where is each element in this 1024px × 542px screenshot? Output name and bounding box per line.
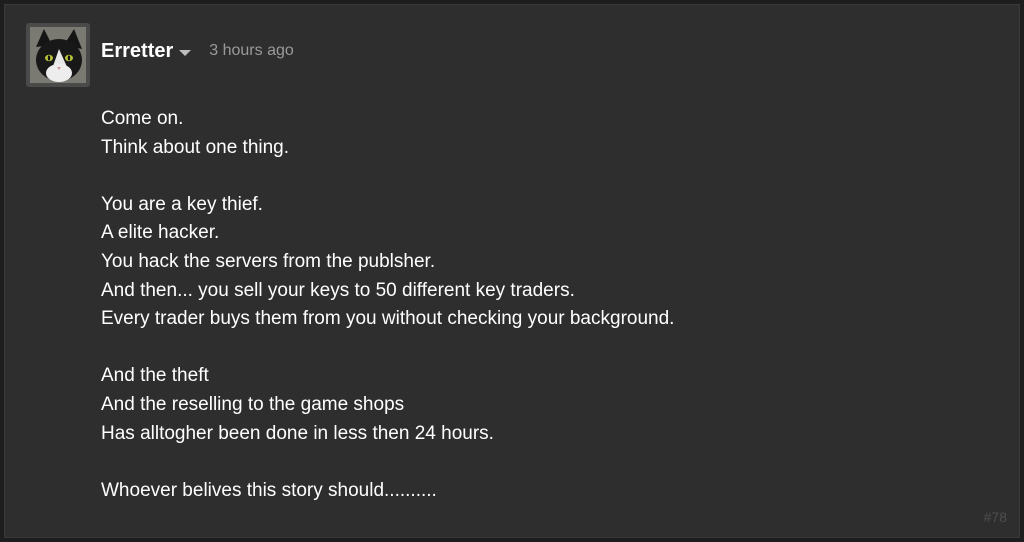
comment-line: Has alltogher been done in less then 24 … (101, 422, 494, 444)
comment-line: A elite hacker. (101, 222, 220, 244)
comment-line: Every trader buys them from you without … (101, 308, 675, 330)
cat-avatar-icon (30, 27, 86, 83)
comment-line: You are a key thief. (101, 193, 263, 215)
comment-line: Come on. (101, 108, 184, 129)
comment-line (101, 448, 981, 477)
comment-timestamp[interactable]: 3 hours ago (209, 42, 294, 60)
comment-header: Erretter 3 hours ago (101, 38, 294, 64)
comment-line: Think about one thing. (101, 136, 290, 158)
comment-body: Come on. Think about one thing. You are … (101, 105, 981, 505)
author-name[interactable]: Erretter (101, 40, 173, 63)
comment-line: And the theft (101, 365, 209, 387)
comment-line (101, 334, 981, 363)
comment-line: And then... you sell your keys to 50 dif… (101, 279, 575, 301)
comment-line (101, 162, 981, 191)
comment-line: And the reselling to the game shops (101, 393, 405, 415)
chevron-down-icon[interactable] (179, 50, 192, 56)
comment-line: You hack the servers from the publsher. (101, 250, 436, 272)
comment-card: Erretter 3 hours ago Come on. Think abou… (4, 4, 1020, 538)
post-number[interactable]: #78 (984, 509, 1007, 525)
avatar[interactable] (26, 23, 90, 87)
comment-line: Whoever belives this story should.......… (101, 479, 437, 501)
